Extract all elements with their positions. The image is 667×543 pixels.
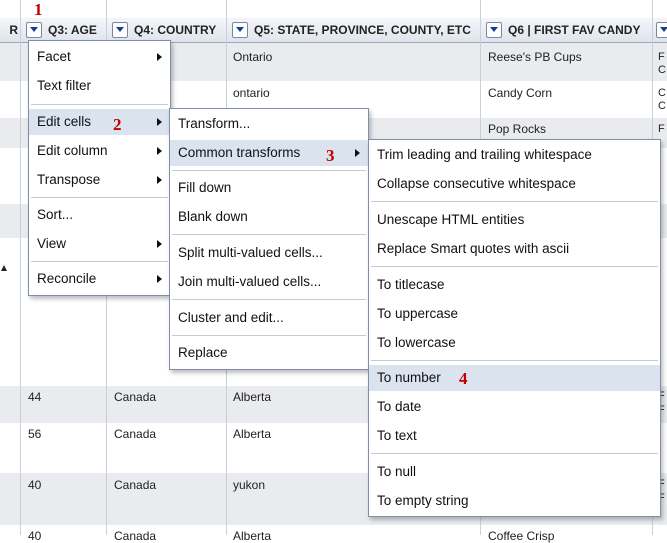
edit-cells-menu: Transform... Common transforms Fill down… xyxy=(169,108,369,370)
step-annotation-1: 1 xyxy=(34,0,43,19)
column-dropdown-icon[interactable] xyxy=(486,21,502,38)
menu-item-trim-whitespace[interactable]: Trim leading and trailing whitespace xyxy=(369,142,660,168)
column-dropdown-icon[interactable] xyxy=(656,21,667,38)
menu-item-to-null[interactable]: To null xyxy=(369,459,660,485)
menu-item-smart-quotes[interactable]: Replace Smart quotes with ascii xyxy=(369,236,660,262)
menu-item-common-transforms[interactable]: Common transforms xyxy=(170,140,368,166)
menu-item-to-date[interactable]: To date xyxy=(369,394,660,420)
collapse-arrow-icon[interactable] xyxy=(1,265,7,271)
submenu-arrow-icon xyxy=(355,149,360,157)
cell-country[interactable]: Canada xyxy=(114,529,156,543)
column-header-age[interactable]: Q3: AGE xyxy=(22,18,106,42)
column-dropdown-icon[interactable] xyxy=(26,21,42,38)
menu-item-edit-column[interactable]: Edit column xyxy=(29,138,170,164)
menu-item-transform[interactable]: Transform... xyxy=(170,111,368,137)
step-annotation-2: 2 xyxy=(113,115,122,134)
cell-state[interactable]: Alberta xyxy=(233,390,271,404)
cell-candy[interactable]: Coffee Crisp xyxy=(488,529,554,543)
menu-item-facet[interactable]: Facet xyxy=(29,44,170,70)
submenu-arrow-icon xyxy=(157,53,162,61)
cell-clipped: C xyxy=(658,100,666,112)
cell-state[interactable]: Alberta xyxy=(233,529,271,543)
menu-item-unescape-html[interactable]: Unescape HTML entities xyxy=(369,207,660,233)
cell-clipped: C xyxy=(658,64,666,76)
cell-clipped: C xyxy=(658,87,666,99)
menu-item-to-number[interactable]: To number xyxy=(369,365,660,391)
cell-state[interactable]: Ontario xyxy=(233,50,272,64)
column-dropdown-icon[interactable] xyxy=(232,21,248,38)
menu-item-sort[interactable]: Sort... xyxy=(29,202,170,228)
cell-country[interactable]: Canada xyxy=(114,478,156,492)
cell-state[interactable]: Alberta xyxy=(233,427,271,441)
menu-item-transpose[interactable]: Transpose xyxy=(29,167,170,193)
menu-item-fill-down[interactable]: Fill down xyxy=(170,175,368,201)
menu-item-join-multi-valued[interactable]: Join multi-valued cells... xyxy=(170,269,368,295)
menu-item-split-multi-valued[interactable]: Split multi-valued cells... xyxy=(170,240,368,266)
menu-item-to-text[interactable]: To text xyxy=(369,423,660,449)
menu-item-view[interactable]: View xyxy=(29,231,170,257)
table-row xyxy=(0,525,667,535)
cell-state[interactable]: yukon xyxy=(233,478,265,492)
column-header-country[interactable]: Q4: COUNTRY xyxy=(108,18,226,42)
menu-item-to-empty-string[interactable]: To empty string xyxy=(369,488,660,514)
cell-state[interactable]: ontario xyxy=(233,86,270,100)
step-annotation-3: 3 xyxy=(326,146,335,165)
cell-country[interactable]: Canada xyxy=(114,390,156,404)
menu-item-to-titlecase[interactable]: To titlecase xyxy=(369,272,660,298)
menu-item-cluster-and-edit[interactable]: Cluster and edit... xyxy=(170,305,368,331)
menu-item-replace[interactable]: Replace xyxy=(170,340,368,366)
column-header-candy[interactable]: Q6 | FIRST FAV CANDY xyxy=(482,18,652,42)
column-header-prev: R xyxy=(9,23,18,37)
cell-candy[interactable]: Pop Rocks xyxy=(488,122,546,136)
cell-age[interactable]: 40 xyxy=(28,478,41,492)
menu-item-text-filter[interactable]: Text filter xyxy=(29,73,170,99)
column-header-state[interactable]: Q5: STATE, PROVINCE, COUNTY, ETC xyxy=(228,18,480,42)
menu-item-reconcile[interactable]: Reconcile xyxy=(29,266,170,292)
cell-age[interactable]: 40 xyxy=(28,529,41,543)
cell-clipped: F xyxy=(658,123,665,135)
submenu-arrow-icon xyxy=(157,240,162,248)
cell-candy[interactable]: Reese's PB Cups xyxy=(488,50,582,64)
menu-item-collapse-whitespace[interactable]: Collapse consecutive whitespace xyxy=(369,171,660,197)
column-dropdown-icon[interactable] xyxy=(112,21,128,38)
common-transforms-menu: Trim leading and trailing whitespace Col… xyxy=(368,139,661,517)
submenu-arrow-icon xyxy=(157,275,162,283)
cell-age[interactable]: 56 xyxy=(28,427,41,441)
submenu-arrow-icon xyxy=(157,118,162,126)
step-annotation-4: 4 xyxy=(459,369,468,388)
column-menu: Facet Text filter Edit cells Edit column… xyxy=(28,40,171,296)
menu-item-to-lowercase[interactable]: To lowercase xyxy=(369,330,660,356)
submenu-arrow-icon xyxy=(157,147,162,155)
cell-candy[interactable]: Candy Corn xyxy=(488,86,552,100)
cell-clipped: F xyxy=(658,51,665,63)
submenu-arrow-icon xyxy=(157,176,162,184)
column-header-next[interactable] xyxy=(654,18,667,42)
cell-age[interactable]: 44 xyxy=(28,390,41,404)
menu-item-blank-down[interactable]: Blank down xyxy=(170,204,368,230)
cell-country[interactable]: Canada xyxy=(114,427,156,441)
menu-item-edit-cells[interactable]: Edit cells xyxy=(29,109,170,135)
menu-item-to-uppercase[interactable]: To uppercase xyxy=(369,301,660,327)
